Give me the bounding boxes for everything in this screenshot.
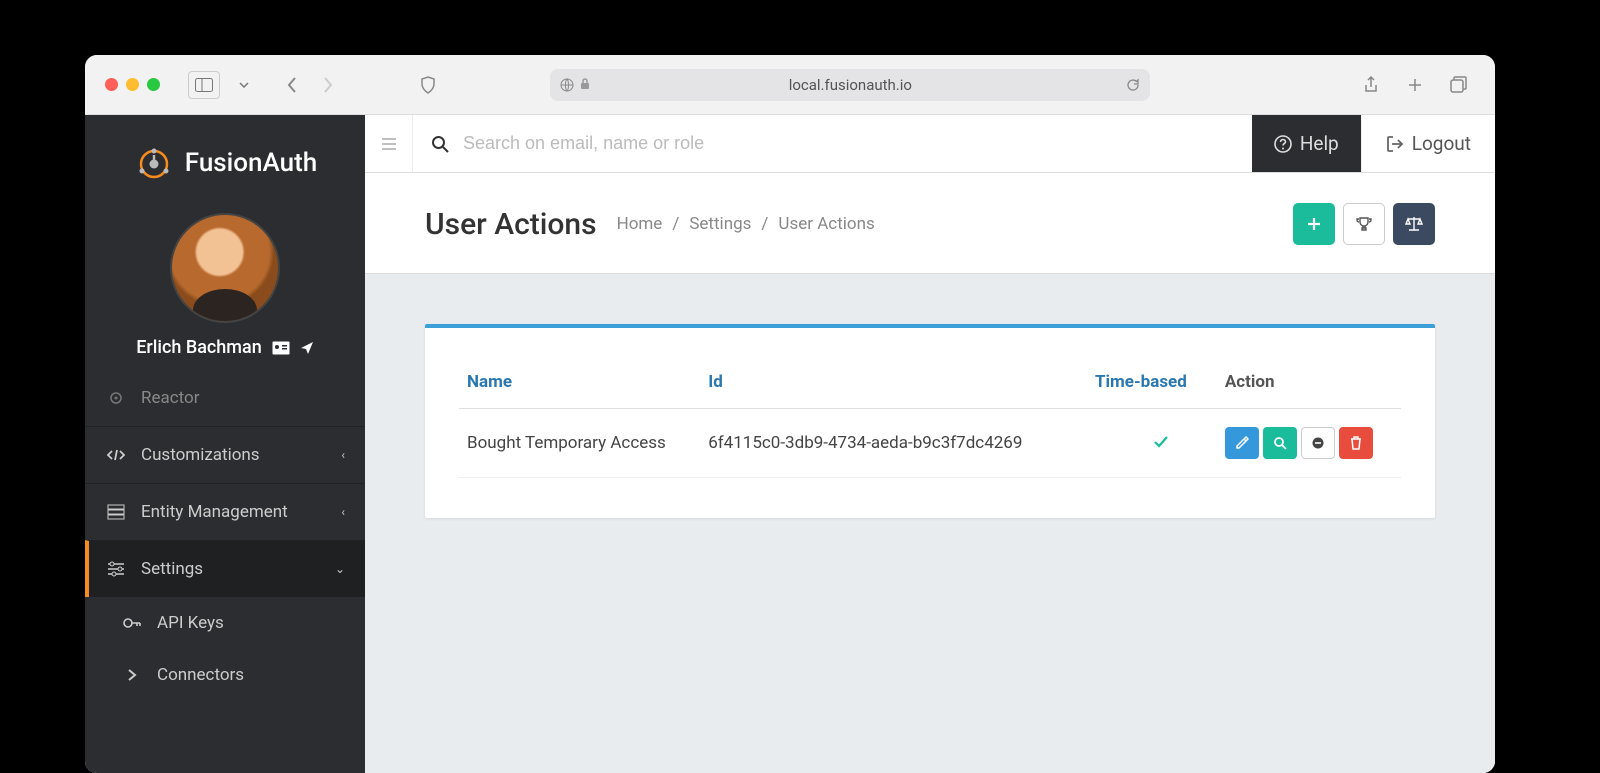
logo[interactable]: FusionAuth (85, 115, 365, 203)
data-card: Name Id Time-based Action Bought Tempora… (425, 324, 1435, 518)
reactor-icon (105, 392, 127, 404)
sidebar-item-settings[interactable]: Settings ⌄ (85, 540, 365, 597)
search-input[interactable] (463, 133, 1234, 154)
cell-time-based (1071, 409, 1217, 478)
browser-toolbar: local.fusionauth.io (85, 55, 1495, 115)
col-id[interactable]: Id (700, 356, 1071, 409)
cell-actions (1217, 409, 1401, 478)
breadcrumb-home[interactable]: Home (617, 214, 663, 234)
sidebar-sub-connectors[interactable]: Connectors (85, 649, 365, 701)
chevron-down-icon: ⌄ (335, 562, 345, 576)
col-name[interactable]: Name (459, 356, 700, 409)
page-header: User Actions Home / Settings / User Acti… (365, 173, 1495, 274)
page-title: User Actions (425, 207, 597, 242)
sidebar-item-label: Customizations (141, 445, 260, 465)
logout-button[interactable]: Logout (1361, 115, 1495, 172)
sidebar-item-label: Entity Management (141, 502, 288, 522)
col-time-based[interactable]: Time-based (1071, 356, 1217, 409)
help-label: Help (1300, 132, 1339, 155)
user-actions-table: Name Id Time-based Action Bought Tempora… (459, 356, 1401, 478)
cell-id: 6f4115c0-3db9-4734-aeda-b9c3f7dc4269 (700, 409, 1071, 478)
url-text: local.fusionauth.io (789, 76, 912, 94)
code-icon (105, 448, 127, 462)
sidebar-item-label: Settings (141, 559, 203, 579)
scales-button[interactable] (1393, 203, 1435, 245)
user-name: Erlich Bachman (136, 337, 261, 358)
sidebar-toggle-button[interactable] (188, 71, 220, 99)
disable-button[interactable] (1301, 427, 1335, 459)
trophy-button[interactable] (1343, 203, 1385, 245)
main-area: Help Logout User Actions Home / Settings… (365, 115, 1495, 773)
logo-text: FusionAuth (185, 148, 317, 178)
sidebar-nav: Reactor Customizations ‹ Entity Manageme… (85, 380, 365, 773)
globe-icon (560, 78, 574, 92)
sidebar-item-customizations[interactable]: Customizations ‹ (85, 426, 365, 483)
browser-window: local.fusionauth.io (85, 55, 1495, 773)
tabs-button[interactable] (1443, 71, 1475, 99)
traffic-lights (105, 78, 160, 91)
content: Name Id Time-based Action Bought Tempora… (365, 274, 1495, 568)
breadcrumb: Home / Settings / User Actions (617, 214, 875, 234)
table-row: Bought Temporary Access 6f4115c0-3db9-47… (459, 409, 1401, 478)
sidebar-sub-api-keys[interactable]: API Keys (85, 597, 365, 649)
minimize-window-button[interactable] (126, 78, 139, 91)
back-button[interactable] (276, 71, 308, 99)
url-bar[interactable]: local.fusionauth.io (550, 69, 1150, 101)
tab-overview-button[interactable] (228, 71, 260, 99)
app-body: FusionAuth Erlich Bachman (85, 115, 1495, 773)
cell-name: Bought Temporary Access (459, 409, 700, 478)
user-profile[interactable]: Erlich Bachman (85, 203, 365, 380)
collapse-sidebar-button[interactable] (365, 115, 413, 172)
add-button[interactable] (1293, 203, 1335, 245)
id-card-icon[interactable] (272, 341, 290, 355)
topbar: Help Logout (365, 115, 1495, 173)
logout-label: Logout (1412, 132, 1471, 155)
help-icon (1274, 135, 1292, 153)
breadcrumb-current[interactable]: User Actions (778, 214, 874, 234)
lock-icon (580, 78, 590, 92)
maximize-window-button[interactable] (147, 78, 160, 91)
database-icon (105, 504, 127, 520)
forward-button[interactable] (312, 71, 344, 99)
sliders-icon (105, 561, 127, 577)
sidebar-item-entity-management[interactable]: Entity Management ‹ (85, 483, 365, 540)
share-button[interactable] (1355, 71, 1387, 99)
breadcrumb-settings[interactable]: Settings (689, 214, 751, 234)
sidebar-sub-label: API Keys (157, 613, 224, 633)
edit-button[interactable] (1225, 427, 1259, 459)
delete-button[interactable] (1339, 427, 1373, 459)
avatar (170, 213, 280, 323)
help-button[interactable]: Help (1252, 115, 1361, 172)
key-icon (121, 615, 143, 631)
location-icon[interactable] (300, 341, 314, 355)
check-icon (1153, 433, 1169, 453)
search-icon (431, 135, 449, 153)
logo-mark-icon (133, 143, 173, 183)
view-button[interactable] (1263, 427, 1297, 459)
col-action: Action (1217, 356, 1401, 409)
sidebar-item-reactor[interactable]: Reactor (85, 380, 365, 426)
chevron-left-icon: ‹ (341, 448, 345, 462)
sidebar-sub-label: Connectors (157, 665, 244, 685)
shield-icon[interactable] (412, 71, 444, 99)
close-window-button[interactable] (105, 78, 118, 91)
chevron-left-icon: ‹ (341, 505, 345, 519)
logout-icon (1386, 135, 1404, 153)
new-tab-button[interactable] (1399, 71, 1431, 99)
refresh-icon[interactable] (1126, 78, 1140, 92)
sidebar-item-label: Reactor (141, 388, 200, 408)
sidebar: FusionAuth Erlich Bachman (85, 115, 365, 773)
chevron-right-icon (121, 668, 143, 682)
